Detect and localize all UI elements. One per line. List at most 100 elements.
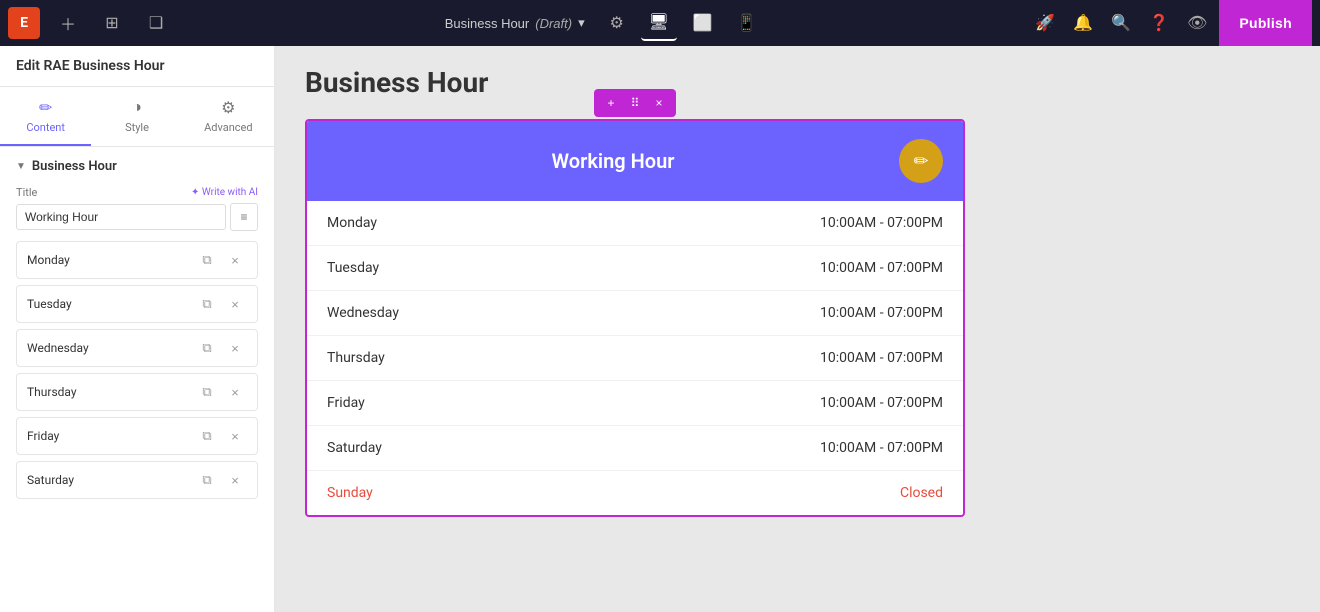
widget-title: Working Hour	[327, 149, 899, 173]
day-name: Thursday	[327, 350, 820, 366]
sidebar-day-thursday[interactable]: Thursday ⧉ ×	[16, 373, 258, 411]
duplicate-day-wednesday[interactable]: ⧉	[195, 336, 219, 360]
desktop-view-button[interactable]: 🖥	[641, 5, 677, 41]
content-tab-label: Content	[26, 121, 65, 134]
section-title: Business Hour	[32, 159, 117, 174]
business-hour-widget: Working Hour ✏ Monday 10:00AM - 07:00PM …	[305, 119, 965, 517]
sidebar-day-saturday[interactable]: Saturday ⧉ ×	[16, 461, 258, 499]
add-element-button[interactable]: +	[600, 92, 622, 114]
day-name: Saturday	[327, 440, 820, 456]
day-label-monday: Monday	[27, 253, 191, 267]
remove-day-thursday[interactable]: ×	[223, 380, 247, 404]
section-toggle[interactable]: ▼ Business Hour	[16, 159, 258, 174]
duplicate-day-thursday[interactable]: ⧉	[195, 380, 219, 404]
left-sidebar: Edit RAE Business Hour ✏ Content ◑ Style…	[0, 46, 275, 612]
tab-style[interactable]: ◑ Style	[91, 87, 182, 146]
schedule-table: Monday 10:00AM - 07:00PM Tuesday 10:00AM…	[307, 201, 963, 515]
chevron-down-icon: ▾	[578, 15, 585, 31]
drag-handle[interactable]: ⠿	[624, 92, 646, 114]
schedule-row-friday: Friday 10:00AM - 07:00PM	[307, 381, 963, 426]
sidebar-day-tuesday[interactable]: Tuesday ⧉ ×	[16, 285, 258, 323]
title-field-row: Title ✦ Write with AI ≡	[16, 186, 258, 231]
style-tab-icon: ◑	[132, 97, 142, 117]
toolbar-left: E ＋ ⊞ ❑	[8, 7, 172, 39]
page-heading: Business Hour	[305, 66, 1290, 99]
notifications-button[interactable]: 🔔	[1067, 7, 1099, 39]
schedule-row-sunday: Sunday Closed	[307, 471, 963, 515]
business-hour-section: ▼ Business Hour Title ✦ Write with AI ≡ …	[0, 147, 274, 517]
write-with-ai-button[interactable]: ✦ Write with AI	[191, 187, 258, 198]
title-input-row: ≡	[16, 203, 258, 231]
search-button[interactable]: 🔍	[1105, 7, 1137, 39]
day-label-wednesday: Wednesday	[27, 341, 191, 355]
duplicate-day-monday[interactable]: ⧉	[195, 248, 219, 272]
section-chevron-icon: ▼	[16, 161, 26, 172]
rocket-icon-button[interactable]: 🚀	[1029, 7, 1061, 39]
day-hours: 10:00AM - 07:00PM	[820, 215, 943, 231]
page-draft-status: (Draft)	[535, 16, 572, 31]
title-field-label-row: Title ✦ Write with AI	[16, 186, 258, 199]
advanced-tab-label: Advanced	[204, 121, 252, 134]
day-name: Sunday	[327, 485, 900, 501]
publish-button[interactable]: Publish	[1219, 0, 1312, 46]
day-hours: Closed	[900, 485, 943, 501]
advanced-tab-icon: ⚙	[221, 98, 235, 117]
text-align-icon[interactable]: ≡	[230, 203, 258, 231]
day-name: Wednesday	[327, 305, 820, 321]
finder-button[interactable]: ⊞	[96, 7, 128, 39]
widget-toolbar: + ⠿ ×	[594, 89, 676, 117]
delete-widget-button[interactable]: ×	[648, 92, 670, 114]
content-tab-icon: ✏	[39, 98, 52, 117]
help-button[interactable]: ❓	[1143, 7, 1175, 39]
style-tab-label: Style	[125, 121, 149, 134]
sidebar-tabs: ✏ Content ◑ Style ⚙ Advanced	[0, 87, 274, 147]
day-name: Tuesday	[327, 260, 820, 276]
top-toolbar: E ＋ ⊞ ❑ Business Hour (Draft) ▾ ⚙ 🖥 ⬜ 📱 …	[0, 0, 1320, 46]
day-label-friday: Friday	[27, 429, 191, 443]
remove-day-friday[interactable]: ×	[223, 424, 247, 448]
sidebar-day-monday[interactable]: Monday ⧉ ×	[16, 241, 258, 279]
elementor-logo: E	[8, 7, 40, 39]
title-input[interactable]	[16, 204, 226, 230]
duplicate-day-friday[interactable]: ⧉	[195, 424, 219, 448]
mobile-view-button[interactable]: 📱	[729, 5, 765, 41]
page-title-button[interactable]: Business Hour (Draft) ▾	[437, 11, 593, 35]
sidebar-day-wednesday[interactable]: Wednesday ⧉ ×	[16, 329, 258, 367]
remove-day-tuesday[interactable]: ×	[223, 292, 247, 316]
schedule-row-thursday: Thursday 10:00AM - 07:00PM	[307, 336, 963, 381]
tablet-view-button[interactable]: ⬜	[685, 5, 721, 41]
day-hours: 10:00AM - 07:00PM	[820, 305, 943, 321]
widget-container: + ⠿ × Working Hour ✏ Monday 10:00AM - 07…	[305, 119, 965, 517]
day-label-tuesday: Tuesday	[27, 297, 191, 311]
day-name: Monday	[327, 215, 820, 231]
schedule-row-tuesday: Tuesday 10:00AM - 07:00PM	[307, 246, 963, 291]
duplicate-day-tuesday[interactable]: ⧉	[195, 292, 219, 316]
schedule-row-wednesday: Wednesday 10:00AM - 07:00PM	[307, 291, 963, 336]
schedule-row-monday: Monday 10:00AM - 07:00PM	[307, 201, 963, 246]
day-hours: 10:00AM - 07:00PM	[820, 395, 943, 411]
preview-button[interactable]: 👁	[1181, 7, 1213, 39]
tab-content[interactable]: ✏ Content	[0, 87, 91, 146]
add-widget-button[interactable]: ＋	[52, 7, 84, 39]
day-hours: 10:00AM - 07:00PM	[820, 350, 943, 366]
structure-button[interactable]: ❑	[140, 7, 172, 39]
widget-header: Working Hour ✏	[307, 121, 963, 201]
toolbar-right: 🚀 🔔 🔍 ❓ 👁 Publish	[1029, 0, 1312, 46]
remove-day-wednesday[interactable]: ×	[223, 336, 247, 360]
sidebar-day-friday[interactable]: Friday ⧉ ×	[16, 417, 258, 455]
edit-pencil-button[interactable]: ✏	[899, 139, 943, 183]
day-label-thursday: Thursday	[27, 385, 191, 399]
canvas-area: Business Hour + ⠿ × Working Hour ✏ Monda…	[275, 46, 1320, 612]
remove-day-saturday[interactable]: ×	[223, 468, 247, 492]
schedule-row-saturday: Saturday 10:00AM - 07:00PM	[307, 426, 963, 471]
day-hours: 10:00AM - 07:00PM	[820, 260, 943, 276]
settings-button[interactable]: ⚙	[601, 7, 633, 39]
sidebar-header: Edit RAE Business Hour	[0, 46, 274, 87]
main-layout: Edit RAE Business Hour ✏ Content ◑ Style…	[0, 46, 1320, 612]
remove-day-monday[interactable]: ×	[223, 248, 247, 272]
duplicate-day-saturday[interactable]: ⧉	[195, 468, 219, 492]
title-field-label: Title	[16, 186, 37, 199]
day-hours: 10:00AM - 07:00PM	[820, 440, 943, 456]
day-label-saturday: Saturday	[27, 473, 191, 487]
tab-advanced[interactable]: ⚙ Advanced	[183, 87, 274, 146]
